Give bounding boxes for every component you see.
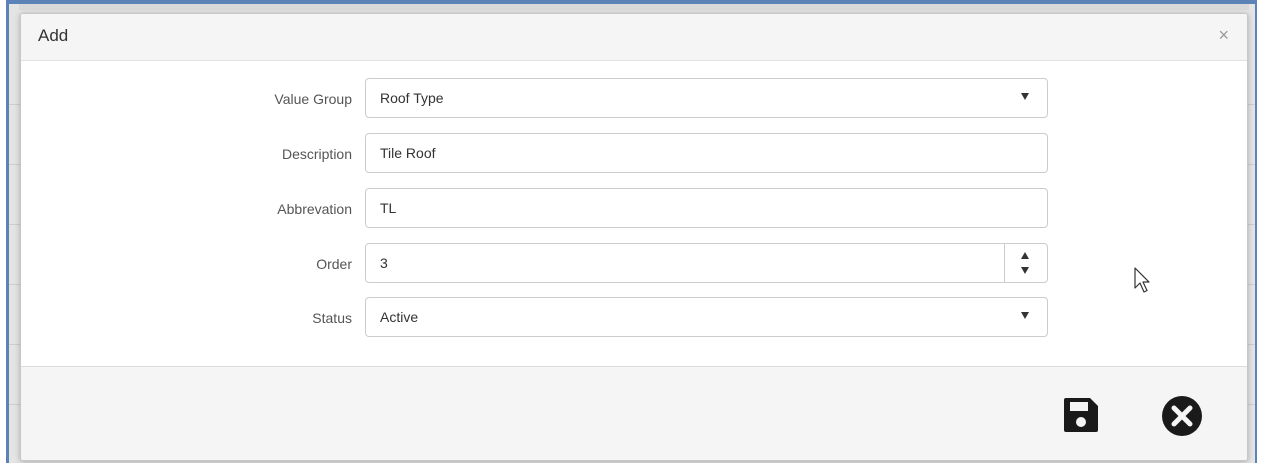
add-dialog: Add × Value Group Roof Type Description … [20,13,1248,461]
dialog-title: Add [38,26,69,45]
form-row-abbreviation: Abbrevation TL [21,188,1247,230]
description-label: Description [281,146,352,162]
value-group-select[interactable]: Roof Type [365,78,1048,118]
floppy-disk-icon[interactable] [1062,396,1100,434]
form-row-value-group: Value Group Roof Type [21,78,1247,120]
description-input[interactable]: Tile Roof [365,133,1048,173]
form-row-description: Description Tile Roof [21,133,1247,175]
chevron-down-icon [1021,312,1029,319]
status-selected-value: Active [380,309,419,325]
value-group-selected-value: Roof Type [380,90,444,106]
arrow-up-icon[interactable] [1021,252,1029,259]
description-value: Tile Roof [380,145,436,161]
order-stepper[interactable] [1004,244,1047,282]
arrow-down-icon[interactable] [1021,267,1029,274]
background-header-strip [19,4,1249,10]
circle-x-icon[interactable] [1161,395,1203,437]
dialog-header: Add × [21,14,1247,61]
close-icon[interactable]: × [1218,26,1229,44]
dialog-footer [21,366,1247,460]
order-number-input[interactable]: 3 [365,243,1048,283]
abbreviation-value: TL [380,200,397,216]
abbreviation-input[interactable]: TL [365,188,1048,228]
value-group-label: Value Group [274,91,352,107]
status-select[interactable]: Active [365,297,1048,337]
abbreviation-label: Abbrevation [277,201,352,217]
form-row-status: Status Active [21,297,1247,339]
order-label: Order [316,256,352,272]
chevron-down-icon [1021,93,1029,100]
form-row-order: Order 3 [21,243,1247,285]
order-value: 3 [380,255,388,271]
status-label: Status [312,310,352,326]
mouse-pointer-icon [1134,267,1150,293]
